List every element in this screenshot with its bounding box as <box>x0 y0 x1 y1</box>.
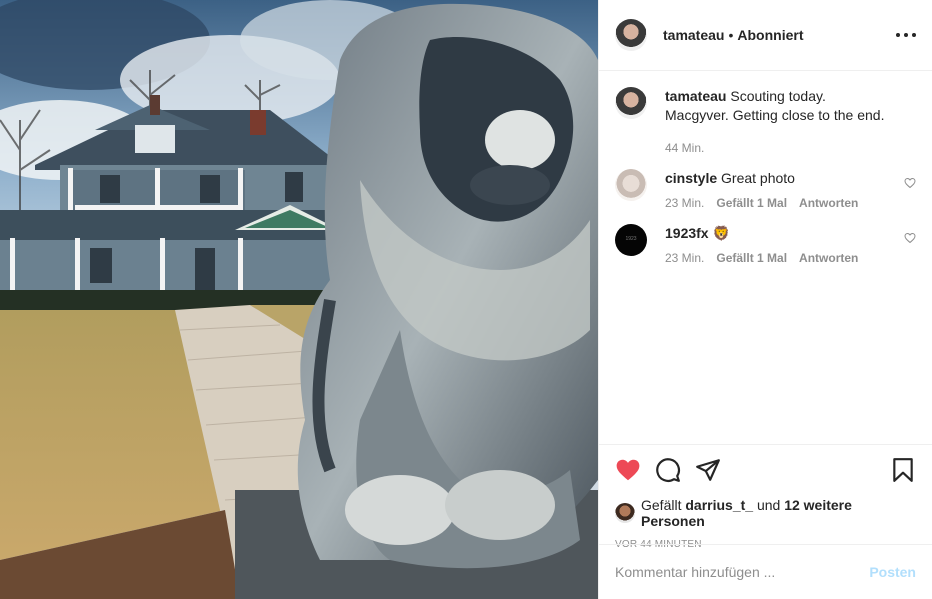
comment-time[interactable]: 23 Min. <box>665 196 704 210</box>
more-options-icon[interactable] <box>896 33 916 37</box>
share-icon[interactable] <box>695 457 721 483</box>
comment-like-heart-icon[interactable] <box>904 177 916 189</box>
caption-username[interactable]: tamateau <box>665 88 726 104</box>
comment-likes[interactable]: Gefällt 1 Mal <box>716 196 787 210</box>
caption-avatar[interactable] <box>615 87 647 119</box>
post-photo <box>0 0 598 599</box>
comment-item: 1923 1923fx 🦁 23 Min. Gefällt 1 Mal Antw… <box>615 224 916 265</box>
avatar-logo-text: 1923 <box>625 236 637 242</box>
comment-like-heart-icon[interactable] <box>904 232 916 244</box>
like-heart-icon[interactable] <box>615 457 641 483</box>
follow-status[interactable]: Abonniert <box>737 27 803 43</box>
reply-button[interactable]: Antworten <box>799 196 858 210</box>
comment-username[interactable]: cinstyle <box>665 170 717 186</box>
author-avatar[interactable] <box>615 19 647 51</box>
post-actions: Gefällt darrius_t_ und 12 weitere Person… <box>599 444 932 559</box>
comment-username[interactable]: 1923fx <box>665 225 709 241</box>
post-header: tamateau • Abonniert <box>599 0 932 71</box>
comment-item: cinstyle Great photo 23 Min. Gefällt 1 M… <box>615 169 916 210</box>
add-comment-bar: Posten <box>599 544 932 599</box>
likes-prefix: Gefällt <box>641 497 682 513</box>
likes-middle: und <box>756 497 781 513</box>
comment-likes[interactable]: Gefällt 1 Mal <box>716 251 787 265</box>
header-separator: • <box>728 27 734 43</box>
comment-icon[interactable] <box>655 457 681 483</box>
comment-avatar[interactable] <box>615 169 647 201</box>
author-username[interactable]: tamateau <box>663 27 724 43</box>
likes-summary: Gefällt darrius_t_ und 12 weitere Person… <box>615 497 916 529</box>
bookmark-icon[interactable] <box>890 457 916 483</box>
reply-button[interactable]: Antworten <box>799 251 858 265</box>
comment-text: Great photo <box>721 170 795 186</box>
comment-avatar[interactable]: 1923 <box>615 224 647 256</box>
comment-text: 🦁 <box>712 225 730 241</box>
comment-input[interactable] <box>615 564 870 580</box>
comment-time[interactable]: 23 Min. <box>665 251 704 265</box>
caption: tamateau Scouting today. Macgyver. Getti… <box>615 87 916 155</box>
comments-list: tamateau Scouting today. Macgyver. Getti… <box>599 71 932 444</box>
liker-username[interactable]: darrius_t_ <box>685 497 753 513</box>
post-button[interactable]: Posten <box>869 564 916 580</box>
caption-time[interactable]: 44 Min. <box>665 141 704 155</box>
post-side-panel: tamateau • Abonniert tamateau Scouting t… <box>598 0 932 599</box>
post-image <box>0 0 598 599</box>
liker-avatar[interactable] <box>615 503 635 523</box>
